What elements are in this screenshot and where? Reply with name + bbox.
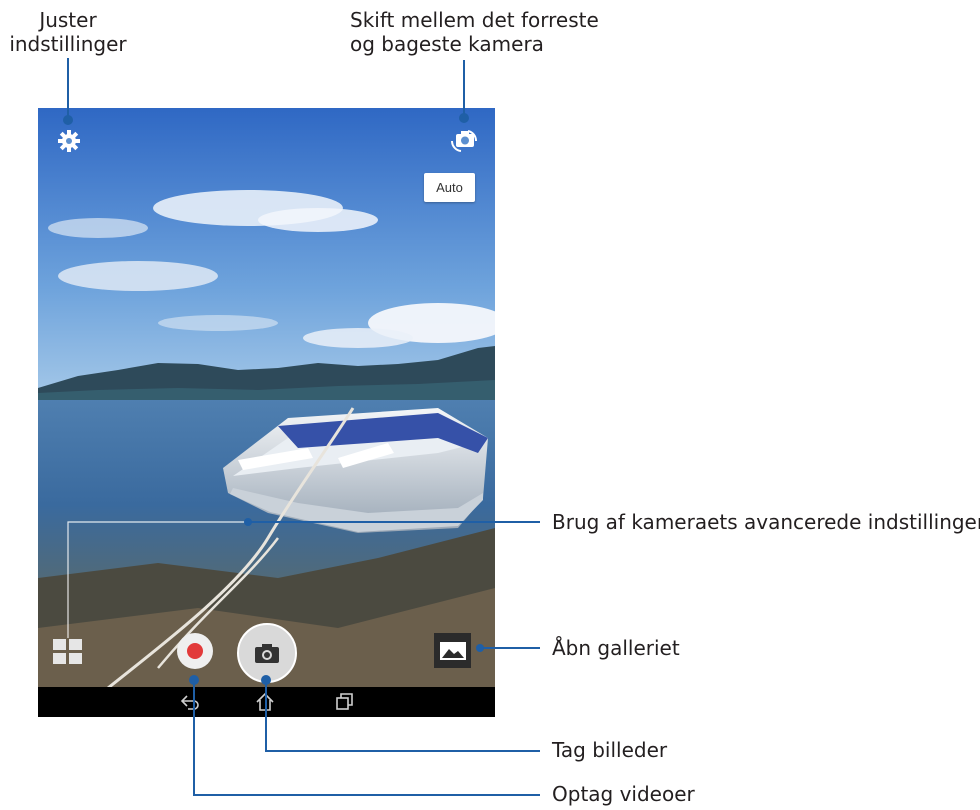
settings-callout-label: Juster indstillinger — [0, 8, 136, 56]
switch-camera-icon[interactable] — [448, 126, 480, 156]
home-icon[interactable] — [253, 691, 277, 713]
shutter-camera-icon — [255, 644, 279, 663]
gallery-callout-label: Åbn galleriet — [552, 636, 680, 660]
gallery-button[interactable] — [434, 633, 471, 668]
system-navigation-bar — [38, 687, 495, 717]
settings-callout-line2: indstillinger — [9, 32, 127, 56]
back-icon[interactable] — [179, 691, 203, 713]
advanced-settings-callout-label: Brug af kameraets avancerede indstilling… — [552, 510, 980, 534]
record-video-callout-label: Optag videoer — [552, 782, 695, 806]
record-video-button[interactable] — [177, 633, 213, 669]
recent-apps-icon[interactable] — [333, 691, 357, 713]
scene-mode-auto-button[interactable]: Auto — [424, 173, 475, 202]
switch-camera-callout-line1: Skift mellem det forreste — [350, 8, 599, 32]
gallery-icon — [439, 641, 466, 660]
switch-camera-callout-line2: og bageste kamera — [350, 32, 544, 56]
settings-callout-line1: Juster — [39, 8, 97, 32]
camera-screen: Auto — [38, 108, 495, 717]
take-photo-callout-label: Tag billeder — [552, 738, 668, 762]
shutter-button[interactable] — [237, 623, 297, 683]
settings-gear-icon[interactable] — [56, 128, 82, 154]
record-video-icon — [187, 643, 203, 659]
switch-camera-callout-label: Skift mellem det forreste og bageste kam… — [350, 8, 599, 56]
camera-modes-icon[interactable] — [53, 639, 83, 665]
